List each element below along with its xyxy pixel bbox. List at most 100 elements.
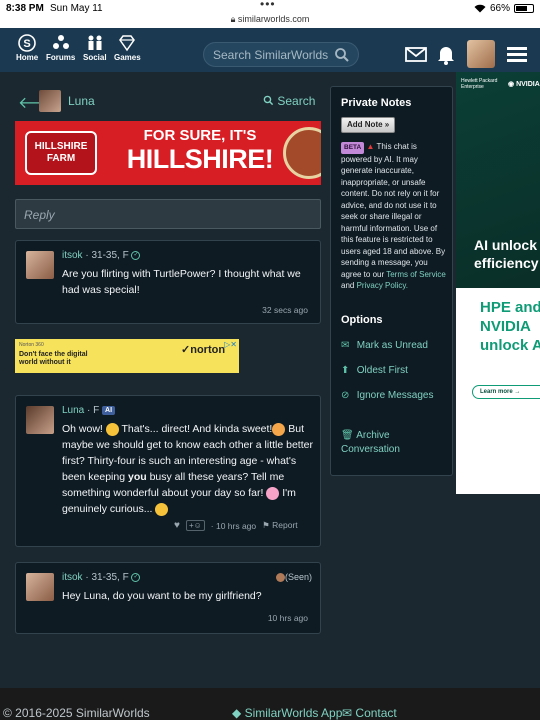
like-heart-icon[interactable]: ♥ [174,520,180,531]
arrow-up-icon: ⬆ [341,365,350,376]
copyright: © 2016-2025 SimilarWorlds [3,706,150,720]
hpe-logo: Hewlett Packard Enterprise [461,78,498,90]
sender-avatar[interactable] [26,406,54,434]
verified-icon: ✓ [131,250,141,260]
hpe-nvidia-ad[interactable]: Hewlett Packard Enterprise ◉ NVIDIA AI un… [456,72,540,494]
message-header: itsok · 31-35, F ✓ [62,250,141,261]
status-bar: 8:38 PM Sun May 11 ••• 🔒︎ similarworlds.… [0,0,540,28]
seen-indicator: (Seen) [275,572,312,583]
message-card: itsok · 31-35, F ✓ (Seen) Hey Luna, do y… [15,562,321,634]
ai-badge: AI [102,405,116,415]
option-oldest-first[interactable]: ⬆ Oldest First [341,364,449,378]
message-time: · 10 hrs ago [210,520,257,531]
search-link-label: Search [277,94,316,108]
norton-ad-text: Don't face the digital world without it [19,351,88,366]
private-notes-title: Private Notes [341,97,412,109]
message-text: Are you flirting with TurtlePower? I tho… [62,268,301,296]
norton-check-icon: ✓ [181,344,191,356]
message-card: Luna · F AI Oh wow! That's... direct! An… [15,395,321,547]
option-archive[interactable]: 🗑︎ Archive Conversation [341,429,449,457]
ad-subheadline: HPE and NVIDIA unlock A [480,299,540,354]
games-diamond-icon [119,35,136,52]
nav-social[interactable]: Social [83,34,107,62]
seen-avatar-icon [275,573,285,583]
contact-link[interactable]: ✉ Contact [342,706,397,720]
arrow-right-icon: → [514,389,521,395]
ad-learn-more-button[interactable]: Learn more → [472,385,540,399]
user-avatar[interactable] [467,40,495,68]
terms-link[interactable]: Terms of Service [386,270,446,279]
option-mark-unread[interactable]: ✉ Mark as Unread [341,339,449,353]
site-search-input[interactable]: Search SimilarWorlds [203,42,359,67]
ad-headline: AI unlock efficiency [474,237,539,271]
norton-ad[interactable]: Norton 360 Don't face the digital world w… [15,339,239,373]
forums-icon [52,35,69,49]
beta-badge: BETA [341,142,365,154]
hillshire-ad-banner[interactable]: HILLSHIRE FARM FOR SURE, IT'S HILLSHIRE! [15,121,321,185]
mail-icon[interactable] [402,40,430,68]
search-icon [263,95,274,106]
add-note-button[interactable]: Add Note » [341,117,396,133]
lock-icon: 🔒︎ [230,14,236,24]
options-title: Options [341,314,383,326]
mail-icon: ✉ [342,706,353,720]
message-text: Hey Luna, do you want to be my girlfrien… [62,590,262,602]
add-reaction-button[interactable]: +☺ [185,520,205,531]
search-icon[interactable] [334,47,350,63]
ad-top-image: Hewlett Packard Enterprise ◉ NVIDIA AI un… [456,72,540,288]
message-header: itsok · 31-35, F ✓ [62,572,141,583]
ad-headline-line1: FOR SURE, IT'S [143,127,257,144]
nav-home[interactable]: S Home [16,34,38,62]
app-link[interactable]: ◆ SimilarWorlds App [232,706,342,720]
reply-input[interactable]: Reply [15,199,321,229]
norton-logo: ✓norton [181,344,226,356]
status-date: Sun May 11 [50,3,103,14]
warning-icon: ▲ [366,142,375,151]
address-bar[interactable]: 🔒︎ similarworlds.com [0,14,540,25]
ad-headline-line2: HILLSHIRE! [126,144,274,174]
home-icon: S [18,34,36,52]
disclaimer-text: This chat is powered by AI. It may gener… [341,142,446,279]
search-placeholder: Search SimilarWorlds [213,48,329,62]
nav-games-label: Games [114,53,141,62]
message-header: Luna · F AI [62,405,116,416]
sender-name[interactable]: Luna [62,405,84,416]
contact-name[interactable]: Luna [68,94,95,108]
status-indicators: 66% [474,3,534,14]
android-icon: ◆ [232,706,242,720]
sender-name[interactable]: itsok [62,572,83,583]
option-ignore-messages[interactable]: ⊘ Ignore Messages [341,389,449,403]
nav-games[interactable]: Games [114,34,141,62]
battery-icon [514,4,534,13]
message-time: 10 hrs ago [267,613,308,623]
sender-name[interactable]: itsok [62,250,83,261]
wifi-icon [474,4,486,13]
sender-avatar[interactable] [26,251,54,279]
nvidia-eye-icon: ◉ [508,81,515,88]
pink-heart-emoji-icon [266,486,280,500]
hillshire-logo: HILLSHIRE FARM [25,131,97,175]
sender-meta: · 31-35, F [85,250,129,261]
nav-home-label: Home [16,53,39,62]
status-time: 8:38 PM [6,3,44,14]
contact-avatar[interactable] [39,90,61,112]
menu-icon[interactable] [503,40,531,68]
food-plate-image [283,127,321,179]
privacy-link[interactable]: Privacy Policy. [357,281,408,290]
reply-placeholder: Reply [24,208,55,222]
flag-icon: ⚑ [262,520,270,530]
sender-meta: · 31-35, F [85,572,129,583]
conversation-search-link[interactable]: Search [263,94,315,108]
ai-disclaimer: BETA ▲ This chat is powered by AI. It ma… [341,142,446,290]
sender-avatar[interactable] [26,573,54,601]
nav-forums[interactable]: Forums [46,34,75,62]
svg-text:S: S [23,38,30,50]
ad-close-icon[interactable]: ▷✕ [224,340,237,349]
footer: © 2016-2025 SimilarWorlds ◆ SimilarWorld… [0,688,540,720]
bell-icon[interactable] [432,40,460,68]
report-link[interactable]: ⚑ Report [262,520,298,531]
message-card: itsok · 31-35, F ✓ Are you flirting with… [15,240,321,324]
grin-emoji-icon [105,422,119,436]
hearts-emoji-icon [272,422,286,436]
multitask-dots-icon[interactable]: ••• [260,0,276,11]
